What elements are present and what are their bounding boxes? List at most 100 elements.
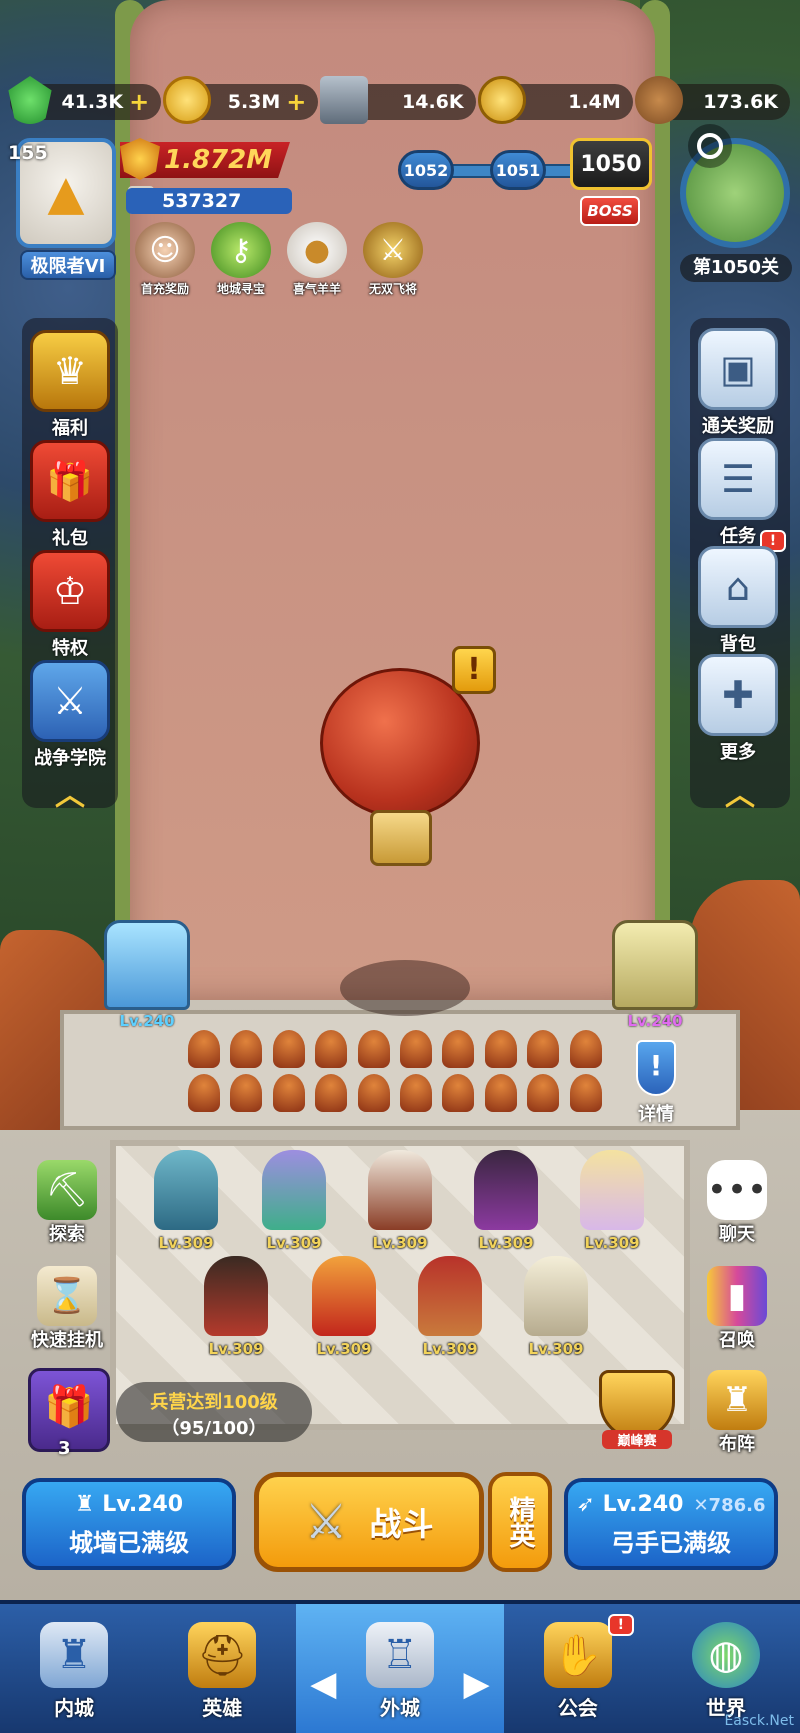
chevron-left-icon[interactable]: ◀ [310, 1664, 336, 1704]
archer-power: 786.6 [708, 1495, 766, 1516]
chevron-up-icon[interactable]: ︿ [720, 770, 760, 813]
target-icon[interactable] [688, 124, 732, 168]
soldier [188, 1030, 220, 1068]
soldier [527, 1074, 560, 1112]
hero-level: Lv.309 [266, 1234, 322, 1252]
barracks-goal[interactable]: 兵营达到100级 （95/100） [116, 1382, 312, 1442]
boss-badge: BOSS [580, 196, 640, 226]
hero-slot[interactable]: Lv.309 [360, 1150, 440, 1260]
event-label: 无双飞将 [368, 282, 417, 296]
castle-icon: ♜ [40, 1622, 109, 1688]
resource-value: 5.3M [227, 91, 281, 113]
event-label: 地城寻宝 [216, 282, 265, 296]
hero-level: Lv.309 [372, 1234, 428, 1252]
menu-welfare[interactable]: ♛ 福利 [22, 330, 118, 440]
resource-iron[interactable]: 14.6K [320, 76, 476, 124]
hero-slot[interactable]: Lv.309 [410, 1256, 490, 1366]
menu-war-academy[interactable]: ⚔ 战争学院 [22, 660, 118, 770]
hero-figure [368, 1150, 432, 1230]
bow-icon: ➶ [576, 1492, 603, 1517]
city-wall-button[interactable]: ♜ Lv.240 城墙已满级 [22, 1478, 236, 1570]
gift-icon: 🎁 [30, 440, 110, 522]
hero-slot[interactable]: Lv.309 [196, 1256, 276, 1366]
soldier-formation [188, 1030, 608, 1114]
menu-backpack[interactable]: ⌂ 背包 [690, 546, 786, 656]
tab-guild[interactable]: ✋ 公会 ! [504, 1604, 652, 1733]
menu-privilege[interactable]: ♔ 特权 [22, 550, 118, 660]
formation-button[interactable]: ♜ 布阵 [682, 1370, 792, 1456]
tab-inner-city[interactable]: ♜ 内城 [0, 1604, 148, 1733]
menu-clear-reward[interactable]: ▣ 通关奖励 [690, 328, 786, 438]
soldier [400, 1030, 432, 1068]
archer-button[interactable]: ➶ Lv.240 ✕786.6 弓手已满级 [564, 1478, 778, 1570]
exclamation-icon[interactable]: ! [452, 646, 496, 694]
hero-figure [262, 1150, 326, 1230]
tower-level: Lv.240 [627, 1012, 683, 1030]
resource-gold[interactable]: 5.3M + [163, 76, 319, 124]
player-avatar[interactable]: ▲ 155 极限者VI [8, 138, 118, 288]
barracks-goal-text: 兵营达到100级 [150, 1392, 278, 1413]
notification-badge: ! [607, 1614, 634, 1636]
balloon-basket [370, 810, 432, 866]
hero-figure [204, 1256, 268, 1336]
current-stage[interactable]: 1050 [570, 138, 652, 190]
menu-label: 礼包 [52, 528, 88, 549]
tab-outer-city[interactable]: ◀ ♖ 外城 ▶ [296, 1604, 504, 1733]
hero-level: Lv.309 [584, 1234, 640, 1252]
wood-log-icon [634, 76, 683, 124]
event-peerless-general[interactable]: ⚔ 无双飞将 [358, 222, 428, 297]
soldier [527, 1030, 560, 1068]
soldier [484, 1074, 517, 1112]
resource-bar: 41.3K + 5.3M + 14.6K 1.4M 173.6K [8, 76, 791, 128]
tower-level: Lv.240 [119, 1012, 175, 1030]
outer-castle-icon: ♖ [365, 1622, 434, 1688]
hero-slot[interactable]: Lv.309 [572, 1150, 652, 1260]
add-gem-button[interactable]: + [129, 88, 149, 116]
hero-level: Lv.309 [422, 1340, 478, 1358]
event-dungeon-treasure[interactable]: ⚷ 地城寻宝 [206, 222, 276, 297]
hero-slot[interactable]: Lv.309 [516, 1256, 596, 1366]
tab-heroes[interactable]: ⛑ 英雄 [148, 1604, 296, 1733]
elite-button[interactable]: 精英 [488, 1472, 552, 1572]
explore-button[interactable]: ⛏ 探索 [12, 1160, 122, 1246]
chevron-right-icon[interactable]: ▶ [464, 1664, 490, 1704]
battle-label: 战斗 [369, 1505, 434, 1543]
hero-slot[interactable]: Lv.309 [254, 1150, 334, 1260]
globe-icon: ◍ [691, 1622, 760, 1688]
event-first-recharge[interactable]: ☺ 首充奖励 [130, 222, 200, 297]
soldier [484, 1030, 517, 1068]
battle-button[interactable]: ⚔ 战斗 [254, 1472, 484, 1572]
peak-contest-button[interactable]: 巅峰赛 [592, 1370, 682, 1468]
resource-value: 14.6K [402, 91, 464, 113]
treasure-key-icon: ⚷ [211, 222, 271, 278]
archer-tower[interactable]: Lv.240 [612, 920, 698, 1040]
resource-wood[interactable]: 173.6K [634, 76, 791, 124]
hero-slot[interactable]: Lv.309 [466, 1150, 546, 1260]
menu-more[interactable]: ✚ 更多 [690, 654, 786, 764]
resource-value: 1.4M [568, 91, 621, 113]
watermark: Easck.Net [724, 1713, 794, 1729]
details-button[interactable]: 详情 [624, 1100, 688, 1126]
rank-badge: 极限者VI [20, 250, 116, 280]
soldier [188, 1074, 220, 1112]
chevron-up-icon[interactable]: ︿ [50, 770, 90, 813]
tower-icon: ♜ [74, 1492, 103, 1517]
chess-rook-icon: ♜ [707, 1370, 767, 1430]
gift-count: 3 [58, 1438, 71, 1459]
quick-afk-button[interactable]: ⌛ 快速挂机 [12, 1266, 122, 1352]
menu-gift-pack[interactable]: 🎁 礼包 [22, 440, 118, 550]
summon-button[interactable]: ▮ 召唤 [682, 1266, 792, 1352]
ice-tower[interactable]: Lv.240 [104, 920, 190, 1040]
hero-slot[interactable]: Lv.309 [146, 1150, 226, 1260]
soldier [315, 1074, 348, 1112]
add-gold-button[interactable]: + [286, 88, 306, 116]
event-happy-sheep[interactable]: ● 喜气羊羊 [282, 222, 352, 297]
hourglass-icon: ⌛ [37, 1266, 97, 1326]
resource-gem[interactable]: 41.3K + [8, 76, 162, 124]
hero-slot[interactable]: Lv.309 [304, 1256, 384, 1366]
resource-star[interactable]: 1.4M [477, 76, 633, 124]
tab-label: 内城 [54, 1696, 95, 1720]
menu-tasks[interactable]: ☰ 任务 ! [690, 438, 786, 552]
chat-button[interactable]: ••• 聊天 [682, 1160, 792, 1246]
info-banner-icon[interactable]: ! [636, 1040, 676, 1096]
